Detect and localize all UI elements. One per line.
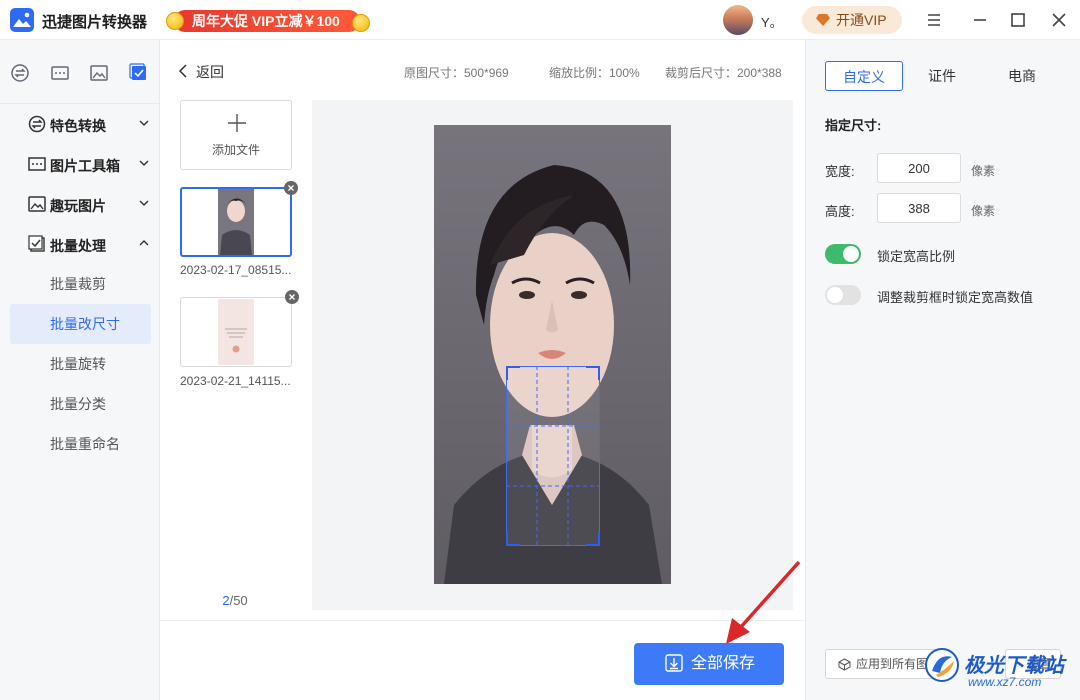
promo-banner[interactable]: 周年大促 VIP立减￥100 bbox=[166, 7, 372, 35]
thumbnail-image bbox=[218, 189, 254, 255]
nav-group-label: 趣玩图片 bbox=[50, 198, 106, 214]
chevron-up-icon bbox=[139, 240, 149, 246]
lock-values-label: 调整裁剪框时锁定宽高数值 bbox=[877, 290, 1034, 305]
nav-group-toolbox[interactable]: 图片工具箱 bbox=[0, 144, 160, 184]
nav-group-batch[interactable]: 批量处理 bbox=[0, 224, 160, 264]
chevron-down-icon bbox=[139, 120, 149, 126]
menu-icon[interactable] bbox=[922, 8, 946, 32]
image-icon[interactable] bbox=[89, 63, 109, 83]
file-thumbnail[interactable] bbox=[180, 181, 298, 257]
gem-icon bbox=[816, 14, 830, 26]
minimize-icon[interactable] bbox=[968, 8, 992, 32]
tab-ecommerce[interactable]: 电商 bbox=[992, 61, 1052, 91]
nav-group-label: 特色转换 bbox=[50, 118, 106, 134]
sidebar-item-batch-resize[interactable]: 批量改尺寸 bbox=[10, 304, 151, 344]
tab-id-photo[interactable]: 证件 bbox=[912, 61, 972, 91]
file-name: 2023-02-17_08515... bbox=[180, 263, 292, 277]
coin-icon bbox=[166, 12, 184, 30]
zoom-info: 缩放比例：100% bbox=[549, 66, 640, 80]
tab-custom[interactable]: 自定义 bbox=[825, 61, 903, 91]
thumbnail-image bbox=[218, 299, 254, 365]
left-nav: 特色转换 图片工具箱 趣玩图片 批量处理 批量裁剪 批量改尺寸 批量旋转 批量分… bbox=[0, 40, 160, 700]
crop-frame[interactable] bbox=[504, 364, 602, 548]
nav-group-label: 图片工具箱 bbox=[50, 158, 120, 174]
size-section-title: 指定尺寸: bbox=[825, 118, 882, 133]
nav-group-label: 批量处理 bbox=[50, 238, 106, 254]
lock-values-toggle[interactable] bbox=[825, 285, 861, 305]
lock-ratio-label: 锁定宽高比例 bbox=[877, 249, 956, 264]
back-label: 返回 bbox=[196, 64, 224, 80]
height-input[interactable] bbox=[877, 193, 961, 223]
height-unit: 像素 bbox=[971, 204, 996, 218]
counter-current: 2 bbox=[222, 593, 230, 608]
sidebar-item-batch-classify[interactable]: 批量分类 bbox=[10, 384, 151, 424]
width-unit: 像素 bbox=[971, 164, 996, 178]
convert-icon[interactable] bbox=[10, 63, 30, 83]
original-size-info: 原图尺寸：500*969 bbox=[404, 66, 509, 80]
right-panel: 自定义 证件 电商 指定尺寸: 宽度: 像素 高度: 像素 锁定宽高比例 调整裁… bbox=[805, 40, 1080, 700]
file-list: 返回 添加文件 2023-02-17_08515... 2023-02-21_1… bbox=[160, 40, 310, 620]
sidebar-item-batch-crop[interactable]: 批量裁剪 bbox=[10, 264, 151, 304]
download-icon bbox=[665, 654, 683, 672]
nav-group-special-convert[interactable]: 特色转换 bbox=[0, 104, 160, 144]
user-name[interactable]: Y。 bbox=[761, 12, 783, 31]
preview-canvas bbox=[312, 100, 793, 610]
file-name: 2023-02-21_14115... bbox=[180, 374, 291, 388]
nav-icon-strip bbox=[0, 40, 159, 104]
add-file-label: 添加文件 bbox=[211, 143, 260, 157]
avatar[interactable] bbox=[723, 5, 753, 35]
file-thumbnail[interactable] bbox=[180, 290, 299, 367]
lock-ratio-toggle[interactable] bbox=[825, 244, 861, 264]
add-file-button[interactable]: 添加文件 bbox=[180, 100, 292, 170]
title-bar: 迅捷图片转换器 周年大促 VIP立减￥100 Y。 开通VIP bbox=[0, 0, 1080, 40]
app-logo-icon bbox=[10, 8, 34, 32]
site-watermark: 极光下载站 www.xz7.com bbox=[924, 643, 1074, 695]
chevron-left-icon bbox=[178, 64, 187, 78]
chevron-down-icon bbox=[139, 160, 149, 166]
remove-file-icon[interactable] bbox=[284, 181, 298, 195]
sidebar-item-batch-rotate[interactable]: 批量旋转 bbox=[10, 344, 151, 384]
toolbox-icon[interactable] bbox=[50, 63, 70, 83]
watermark-text: 极光下载站 bbox=[964, 655, 1064, 677]
app-title: 迅捷图片转换器 bbox=[42, 14, 148, 31]
back-button[interactable]: 返回 bbox=[178, 62, 224, 82]
batch-icon bbox=[28, 235, 45, 252]
plus-icon bbox=[228, 114, 246, 132]
height-label: 高度: bbox=[825, 204, 855, 219]
nav-group-fun-images[interactable]: 趣玩图片 bbox=[0, 184, 160, 224]
maximize-icon[interactable] bbox=[1006, 8, 1030, 32]
remove-file-icon[interactable] bbox=[285, 290, 299, 304]
convert-icon bbox=[28, 115, 46, 133]
open-vip-label: 开通VIP bbox=[836, 12, 887, 28]
width-input[interactable] bbox=[877, 153, 961, 183]
close-icon[interactable] bbox=[1047, 8, 1071, 32]
counter-total: /50 bbox=[229, 593, 248, 608]
open-vip-button[interactable]: 开通VIP bbox=[802, 6, 902, 34]
sidebar-item-batch-rename[interactable]: 批量重命名 bbox=[10, 424, 151, 464]
watermark-url: www.xz7.com bbox=[968, 675, 1042, 689]
annotation-arrow-icon bbox=[726, 560, 801, 644]
save-all-label: 全部保存 bbox=[691, 655, 756, 672]
chevron-down-icon bbox=[139, 200, 149, 206]
watermark-logo-icon bbox=[925, 648, 959, 682]
batch-icon[interactable] bbox=[129, 63, 149, 83]
cropped-size-info: 裁剪后尺寸：200*388 bbox=[665, 66, 782, 80]
width-label: 宽度: bbox=[825, 164, 855, 179]
bottom-bar: 全部保存 bbox=[160, 620, 805, 700]
file-counter: 2/50 bbox=[160, 593, 310, 608]
coin-icon bbox=[352, 14, 370, 32]
promo-text: 周年大促 VIP立减￥100 bbox=[174, 10, 360, 32]
cube-icon bbox=[838, 658, 851, 671]
image-icon bbox=[28, 196, 46, 212]
toolbox-icon bbox=[28, 157, 46, 171]
